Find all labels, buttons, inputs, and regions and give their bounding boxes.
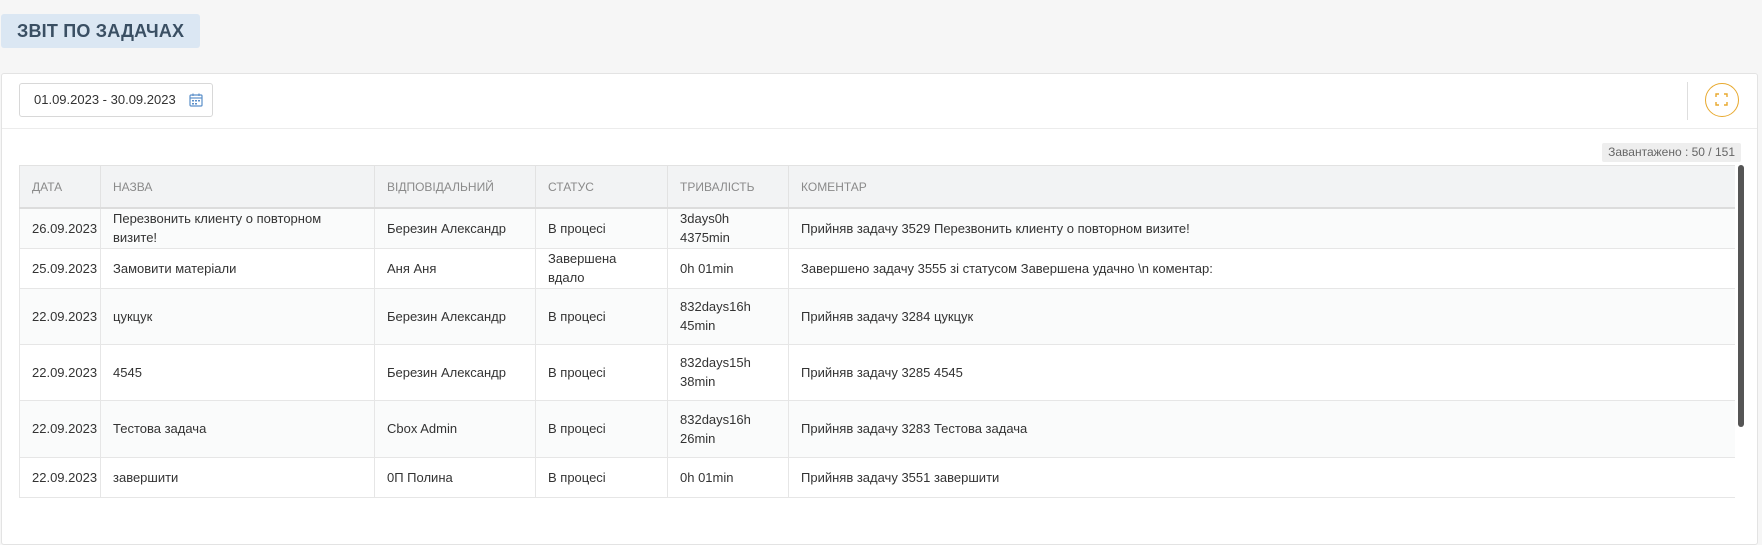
cell-status: В процесі: [535, 456, 668, 498]
cell-responsible: Cbox Admin: [374, 399, 536, 458]
cell-date: 26.09.2023: [19, 207, 101, 249]
cell-duration: 0h 01min: [667, 247, 789, 289]
cell-comment: Прийняв задачу 3529 Перезвонить клиенту …: [788, 207, 1735, 249]
date-range-value: 01.09.2023 - 30.09.2023: [34, 92, 176, 107]
table-scrollbar[interactable]: [1738, 165, 1744, 427]
toolbar-divider: [1687, 82, 1688, 120]
cell-comment: Прийняв задачу 3285 4545: [788, 343, 1735, 401]
fullscreen-button[interactable]: [1705, 83, 1739, 117]
cell-comment: Прийняв задачу 3284 цукцук: [788, 287, 1735, 345]
cell-responsible: Березин Александр: [374, 343, 536, 401]
cell-date: 22.09.2023: [19, 343, 101, 401]
cell-name: 4545: [100, 343, 375, 401]
cell-status: В процесі: [535, 287, 668, 345]
table-row[interactable]: 25.09.2023 Замовити матеріали Аня Аня За…: [19, 247, 1735, 289]
cell-responsible: Аня Аня: [374, 247, 536, 289]
date-range-picker[interactable]: 01.09.2023 - 30.09.2023: [19, 83, 213, 117]
cell-comment: Прийняв задачу 3551 завершити: [788, 456, 1735, 498]
table-row[interactable]: 22.09.2023 Тестова задача Cbox Admin В п…: [19, 399, 1735, 458]
fullscreen-icon: [1715, 93, 1728, 106]
page-title: ЗВІТ ПО ЗАДАЧАХ: [1, 14, 201, 48]
tasks-table-container: Дата Назва Відповідальний Статус Тривалі…: [19, 165, 1735, 545]
cell-comment: Прийняв задачу 3283 Тестова задача: [788, 399, 1735, 458]
column-header-duration[interactable]: Тривалість: [667, 165, 789, 209]
table-row[interactable]: 22.09.2023 завершити 0П Полина В процесі…: [19, 456, 1735, 498]
cell-name: цукцук: [100, 287, 375, 345]
loaded-count-badge: Завантажено : 50 / 151: [1602, 143, 1741, 162]
cell-name: Тестова задача: [100, 399, 375, 458]
cell-duration: 832days16h 45min: [667, 287, 789, 345]
cell-status: В процесі: [535, 343, 668, 401]
cell-duration: 832days15h 38min: [667, 343, 789, 401]
cell-duration: 0h 01min: [667, 456, 789, 498]
column-header-responsible[interactable]: Відповідальний: [374, 165, 536, 209]
column-header-date[interactable]: Дата: [19, 165, 101, 209]
cell-date: 22.09.2023: [19, 399, 101, 458]
table-row[interactable]: 22.09.2023 4545 Березин Александр В проц…: [19, 343, 1735, 401]
cell-date: 25.09.2023: [19, 247, 101, 289]
cell-name: Замовити матеріали: [100, 247, 375, 289]
cell-duration: 3days0h 4375min: [667, 207, 789, 249]
cell-responsible: Березин Александр: [374, 287, 536, 345]
cell-responsible: Березин Александр: [374, 207, 536, 249]
column-header-name[interactable]: Назва: [100, 165, 375, 209]
cell-responsible: 0П Полина: [374, 456, 536, 498]
column-header-status[interactable]: Статус: [535, 165, 668, 209]
cell-date: 22.09.2023: [19, 287, 101, 345]
cell-duration: 832days16h 26min: [667, 399, 789, 458]
report-panel: 01.09.2023 - 30.09.2023 Завантажено: 50…: [1, 73, 1758, 545]
calendar-icon[interactable]: [189, 93, 203, 107]
cell-comment: Завершено задачу 3555 зі статусом Заверш…: [788, 247, 1735, 289]
cell-status: В процесі: [535, 207, 668, 249]
cell-status: Завершена вдало: [535, 247, 668, 289]
column-header-comment[interactable]: Коментар: [788, 165, 1735, 209]
toolbar: 01.09.2023 - 30.09.2023: [2, 74, 1757, 129]
cell-date: 22.09.2023: [19, 456, 101, 498]
tasks-table: Дата Назва Відповідальний Статус Тривалі…: [19, 165, 1735, 498]
table-row[interactable]: 26.09.2023 Перезвонить клиенту о повторн…: [19, 207, 1735, 249]
cell-name: Перезвонить клиенту о повторном визите!: [100, 207, 375, 249]
table-row[interactable]: 22.09.2023 цукцук Березин Александр В пр…: [19, 287, 1735, 345]
cell-name: завершити: [100, 456, 375, 498]
cell-status: В процесі: [535, 399, 668, 458]
table-header-row: Дата Назва Відповідальний Статус Тривалі…: [19, 165, 1735, 209]
